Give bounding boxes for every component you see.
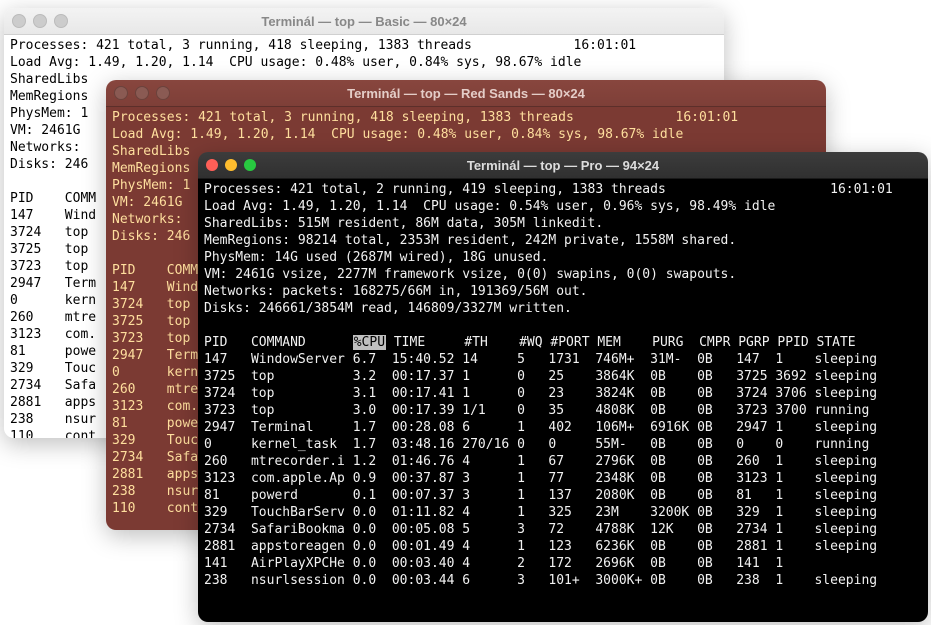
titlebar[interactable]: Terminál — top — Red Sands — 80×24 <box>106 80 826 107</box>
window-title: Terminál — top — Red Sands — 80×24 <box>106 86 826 101</box>
terminal-content[interactable]: Processes: 421 total, 2 running, 419 sle… <box>198 179 928 622</box>
close-icon[interactable] <box>206 159 218 171</box>
window-title: Terminál — top — Basic — 80×24 <box>4 14 724 29</box>
traffic-lights <box>12 14 68 28</box>
traffic-lights <box>114 86 170 100</box>
window-title: Terminál — top — Pro — 94×24 <box>198 158 928 173</box>
maximize-icon[interactable] <box>156 86 170 100</box>
traffic-lights <box>206 159 256 171</box>
titlebar[interactable]: Terminál — top — Basic — 80×24 <box>4 8 724 35</box>
minimize-icon[interactable] <box>225 159 237 171</box>
terminal-window-pro[interactable]: Terminál — top — Pro — 94×24 Processes: … <box>198 152 928 622</box>
close-icon[interactable] <box>114 86 128 100</box>
minimize-icon[interactable] <box>135 86 149 100</box>
sort-column-highlight: %CPU <box>353 335 386 350</box>
minimize-icon[interactable] <box>33 14 47 28</box>
titlebar[interactable]: Terminál — top — Pro — 94×24 <box>198 152 928 179</box>
maximize-icon[interactable] <box>54 14 68 28</box>
close-icon[interactable] <box>12 14 26 28</box>
maximize-icon[interactable] <box>244 159 256 171</box>
